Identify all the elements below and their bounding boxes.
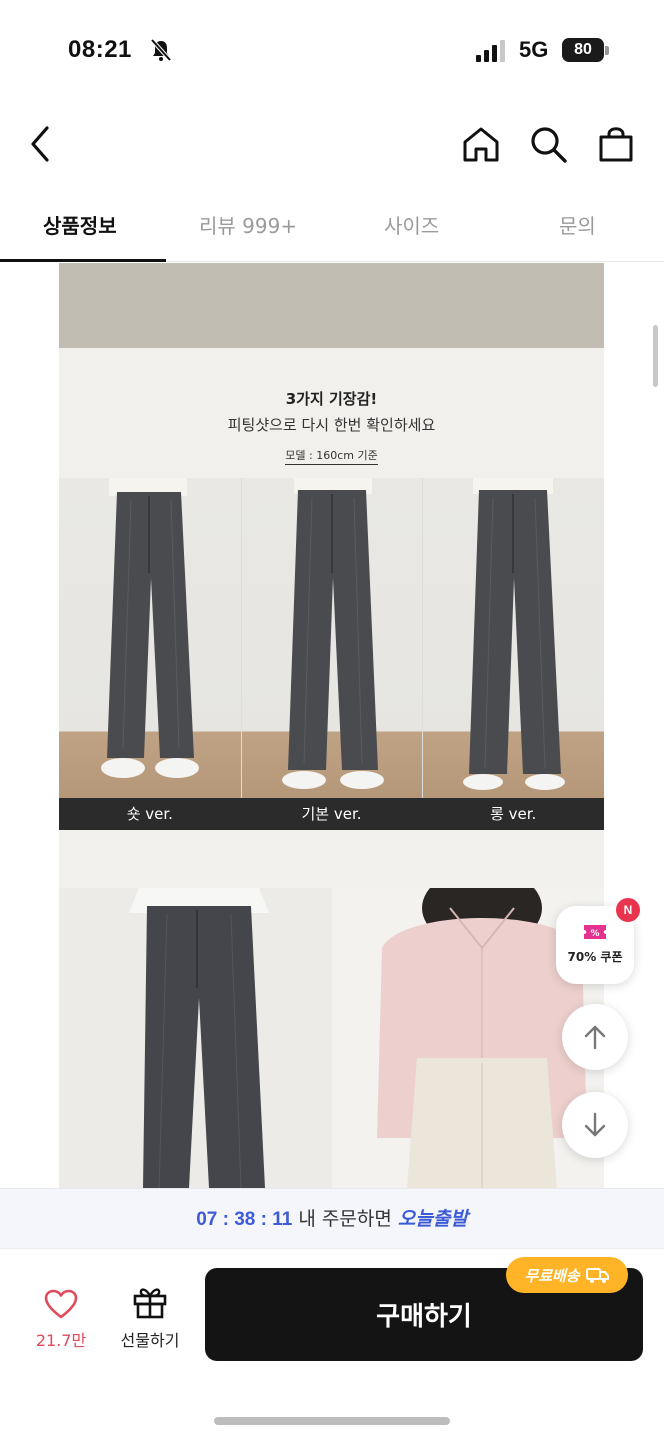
cart-button[interactable] [594,122,638,166]
model-note: 모델 : 160cm 기준 [285,447,378,465]
section-spacer [59,830,604,888]
status-bar: 08:21 5G 80 [0,0,664,100]
search-icon [531,127,567,163]
arrow-up-icon [584,1025,606,1050]
arrow-down-icon [584,1112,606,1137]
free-shipping-label: 무료배송 [524,1266,580,1285]
caption-long: 롱 ver. [490,805,537,823]
like-count: 21.7만 [35,1331,87,1350]
delivery-timer-bar: 07 : 38 : 11 내 주문하면 오늘출발 [0,1188,664,1248]
new-badge: N [616,898,640,922]
purchase-bar: 21.7만 선물하기 구매하기 무료배송 [0,1248,664,1440]
tab-size[interactable]: 사이즈 [384,210,439,239]
product-tabs: 상품정보 리뷰 999+ 사이즈 문의 [0,196,664,262]
home-button[interactable] [459,122,503,166]
length-caption-bar: 숏 ver. 기본 ver. 롱 ver. [59,798,604,830]
shopping-bag-icon [599,127,633,162]
fitting-photo-long [422,478,604,830]
fitting-photo-regular [240,478,423,830]
fitting-photo-short [59,478,241,830]
fitting-photos [59,478,604,830]
length-subheading: 피팅샷으로 다시 한번 확인하세요 [227,416,436,434]
scrollbar[interactable] [653,325,658,387]
model-photo-pants [59,888,332,1188]
chevron-left-icon [31,126,49,162]
gift-button[interactable]: 선물하기 [110,1285,190,1351]
home-indicator[interactable] [214,1417,450,1425]
same-day-shipping-label: 오늘출발 [397,1208,468,1230]
caption-short: 숏 ver. [126,805,173,823]
banner-image [59,263,604,348]
home-icon [463,127,499,162]
heart-icon [44,1289,78,1319]
scroll-bottom-button[interactable] [562,1092,628,1158]
countdown-timer: 07 : 38 : 11 [196,1209,293,1230]
network-type: 5G [519,37,549,62]
cellular-signal-icon [476,40,505,62]
scroll-top-button[interactable] [562,1004,628,1070]
status-time: 08:21 [68,36,132,63]
battery-tip [605,46,609,55]
timer-text: 내 주문하면 [298,1208,392,1230]
tab-inquiry[interactable]: 문의 [559,210,596,239]
silent-bell-icon [150,38,172,62]
gift-label: 선물하기 [120,1331,180,1350]
like-button[interactable]: 21.7만 [26,1289,96,1351]
caption-regular: 기본 ver. [301,805,362,823]
delivery-truck-icon [585,1268,609,1283]
active-tab-underline [0,259,166,262]
top-navigation [0,110,664,180]
tab-product-info[interactable]: 상품정보 [43,210,117,239]
length-info-block: 3가지 기장감! 피팅샷으로 다시 한번 확인하세요 모델 : 160cm 기준 [59,348,604,478]
coupon-ticket-icon: % [584,925,606,939]
free-shipping-badge: 무료배송 [506,1257,628,1293]
coupon-label: 70% 쿠폰 [567,950,623,964]
battery-level: 80 [562,38,604,62]
svg-text:%: % [590,929,599,939]
gift-icon [133,1288,167,1319]
search-button[interactable] [526,122,570,166]
tab-reviews[interactable]: 리뷰 999+ [199,210,297,239]
length-heading: 3가지 기장감! [285,390,378,408]
back-button[interactable] [18,122,62,166]
